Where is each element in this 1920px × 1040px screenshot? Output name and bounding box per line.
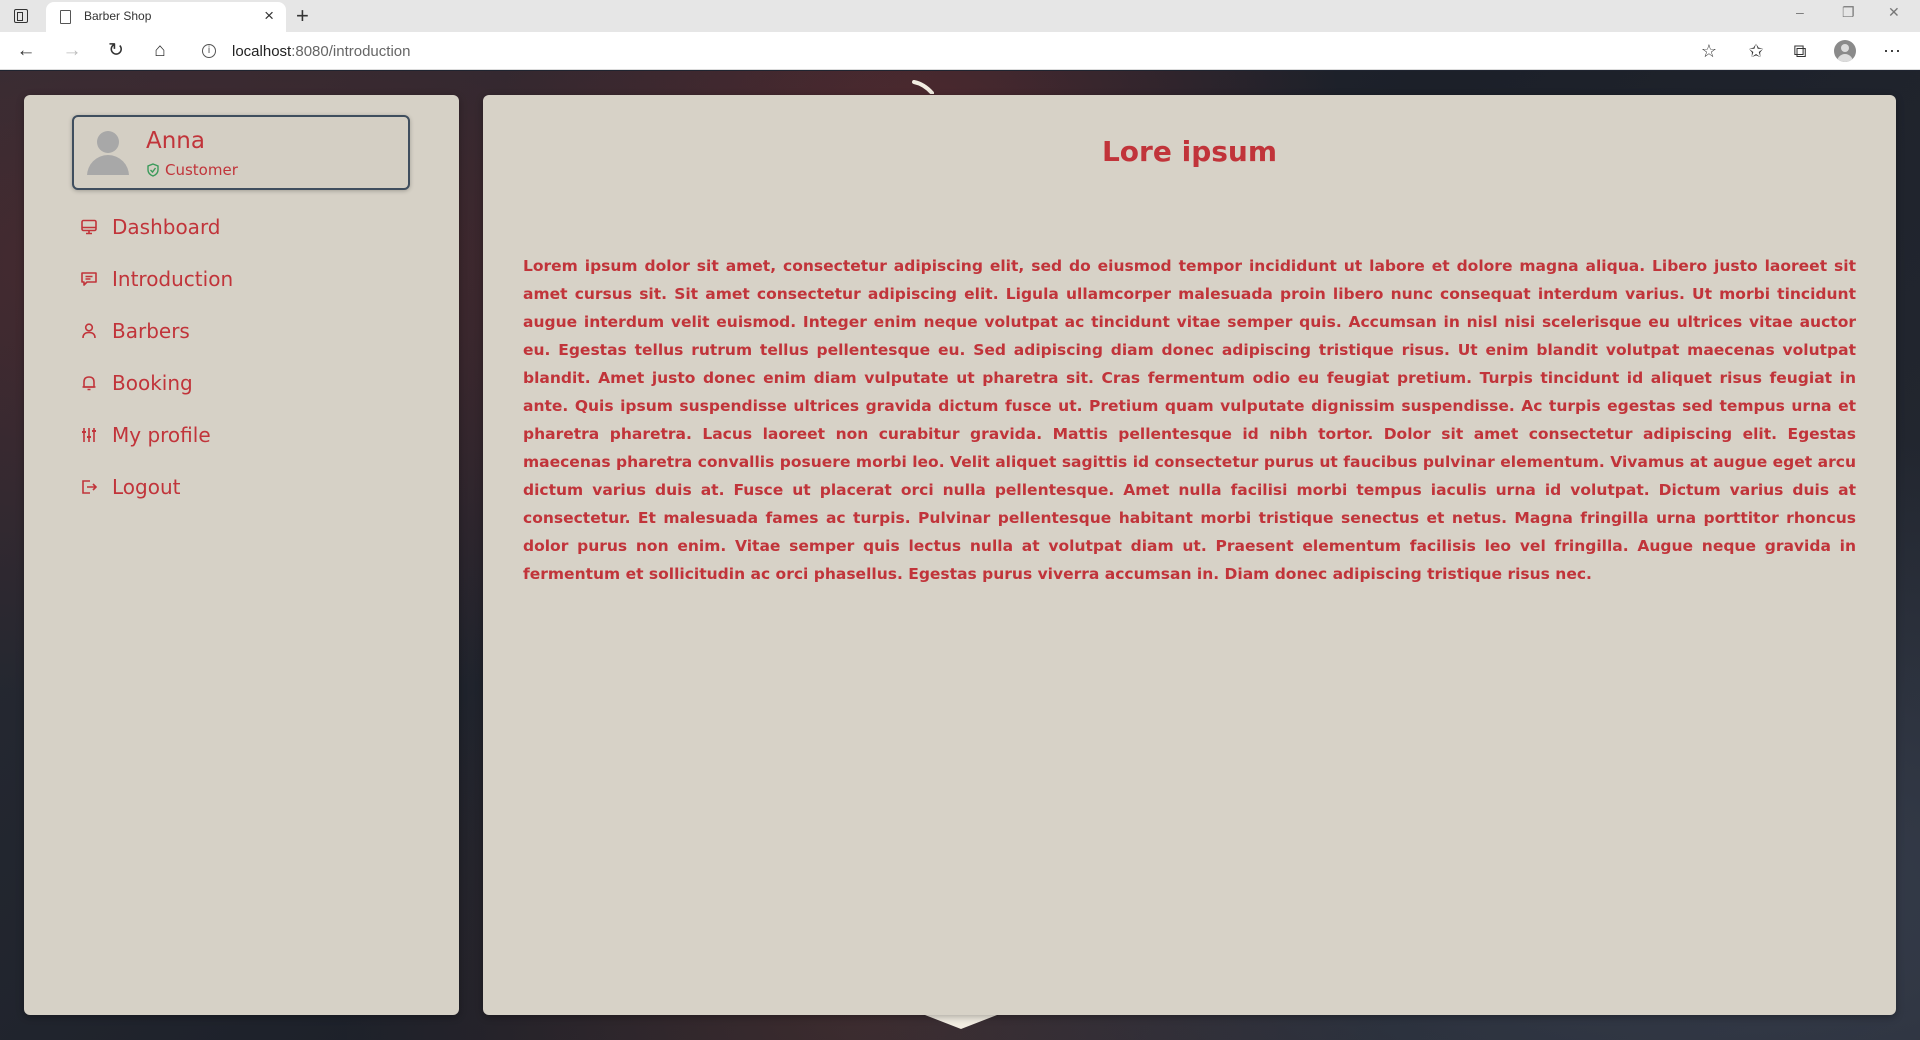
- user-role-label: Customer: [165, 161, 238, 179]
- sidebar-item-introduction[interactable]: Introduction: [80, 254, 410, 306]
- minimize-button[interactable]: –: [1796, 4, 1804, 20]
- url-host: localhost: [232, 43, 292, 60]
- bell-icon: [82, 376, 96, 391]
- sidebar-item-logout[interactable]: Logout: [80, 462, 410, 514]
- decorative-scissors-tip: [912, 80, 934, 94]
- sidebar-menu: Dashboard Introduction Barbers Booking M…: [80, 202, 410, 514]
- sidebar-item-label: Booking: [112, 371, 193, 395]
- user-card[interactable]: Anna Customer: [72, 115, 410, 190]
- sidebar-item-dashboard[interactable]: Dashboard: [80, 202, 410, 254]
- sidebar-item-label: Logout: [112, 475, 181, 499]
- sidebar: Anna Customer Dashboard Introduction Bar…: [24, 95, 459, 1015]
- new-tab-button[interactable]: +: [296, 2, 309, 30]
- page-icon: [60, 10, 71, 24]
- back-button[interactable]: ←: [14, 39, 38, 63]
- avatar: [86, 129, 130, 175]
- add-favorite-icon[interactable]: ☆: [1697, 40, 1721, 62]
- sidebar-item-label: My profile: [112, 423, 211, 447]
- browser-tab[interactable]: Barber Shop ×: [46, 2, 286, 32]
- message-icon: [81, 272, 97, 286]
- user-name: Anna: [146, 128, 205, 154]
- url-text[interactable]: localhost:8080/introduction: [232, 43, 410, 60]
- site-info-icon[interactable]: i: [202, 44, 216, 58]
- logout-icon: [82, 480, 98, 494]
- workspaces-icon[interactable]: [14, 9, 28, 23]
- main-content: Lore ipsum Lorem ipsum dolor sit amet, c…: [483, 95, 1896, 1015]
- tab-title: Barber Shop: [84, 9, 152, 23]
- favorites-icon[interactable]: ✩: [1744, 40, 1768, 62]
- browser-profile-icon[interactable]: [1834, 40, 1856, 62]
- monitor-icon: [81, 219, 97, 235]
- home-button[interactable]: ⌂: [148, 39, 172, 63]
- more-menu-icon[interactable]: ⋯: [1880, 40, 1904, 62]
- sidebar-item-label: Introduction: [112, 267, 234, 291]
- sidebar-item-my-profile[interactable]: My profile: [80, 410, 410, 462]
- shield-check-icon: [147, 163, 159, 177]
- decorative-comb-tip: [925, 1015, 997, 1029]
- url-bar[interactable]: i localhost:8080/introduction: [190, 36, 1710, 66]
- tab-close-icon[interactable]: ×: [264, 6, 274, 26]
- close-window-button[interactable]: ✕: [1888, 4, 1900, 21]
- collections-icon[interactable]: ⧉: [1788, 40, 1812, 62]
- browser-tab-bar: Barber Shop × + – ❐ ✕: [0, 0, 1920, 32]
- sidebar-item-barbers[interactable]: Barbers: [80, 306, 410, 358]
- page-title: Lore ipsum: [1101, 135, 1278, 168]
- forward-button[interactable]: →: [60, 39, 84, 63]
- body-text: Lorem ipsum dolor sit amet, consectetur …: [523, 257, 1856, 583]
- url-path: :8080/introduction: [291, 43, 411, 60]
- sliders-icon: [82, 428, 96, 442]
- sidebar-item-booking[interactable]: Booking: [80, 358, 410, 410]
- restore-button[interactable]: ❐: [1842, 4, 1855, 21]
- sidebar-item-label: Dashboard: [112, 215, 221, 239]
- refresh-button[interactable]: ↻: [104, 39, 128, 63]
- sidebar-item-label: Barbers: [112, 319, 190, 343]
- address-toolbar: ← → ↻ ⌂ i localhost:8080/introduction ☆ …: [0, 32, 1920, 70]
- person-icon: [82, 323, 96, 339]
